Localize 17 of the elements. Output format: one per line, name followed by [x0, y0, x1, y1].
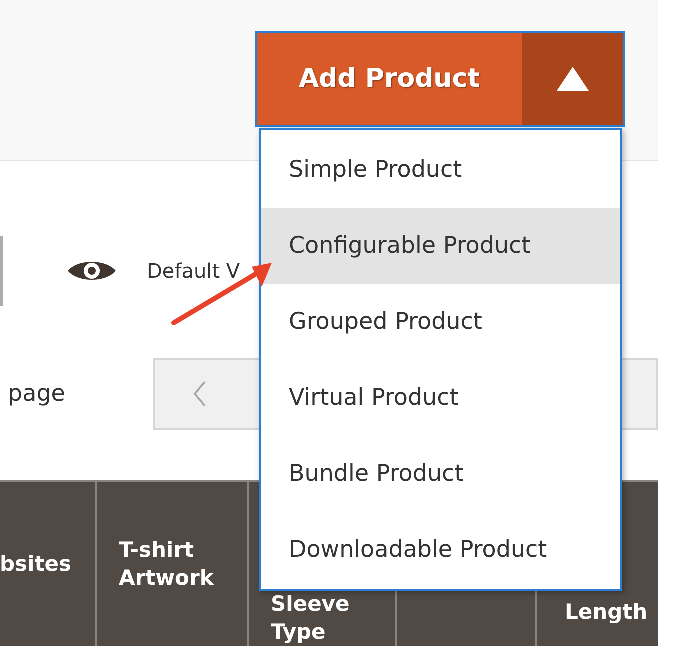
menu-item[interactable]: Configurable Product	[261, 208, 620, 284]
column-header: Sleeve Type	[270, 591, 351, 646]
dropdown-toggle[interactable]	[522, 33, 623, 125]
column-header: bsites	[0, 551, 72, 578]
menu-item[interactable]: Bundle Product	[261, 436, 620, 512]
column-header: Length	[564, 599, 648, 626]
input-field[interactable]	[0, 236, 3, 306]
per-page-label: page	[7, 380, 66, 409]
menu-item[interactable]: Virtual Product	[261, 360, 620, 436]
caret-up-icon	[556, 66, 590, 92]
chevron-left-icon	[193, 381, 207, 407]
view-label[interactable]: Default V	[147, 256, 240, 286]
menu-item[interactable]: Grouped Product	[261, 284, 620, 360]
menu-item[interactable]: Simple Product	[261, 132, 620, 208]
column-header: T-shirt Artwork	[118, 537, 215, 592]
add-product-button[interactable]: Add Product	[257, 33, 522, 125]
menu-item[interactable]: Downloadable Product	[261, 512, 620, 588]
